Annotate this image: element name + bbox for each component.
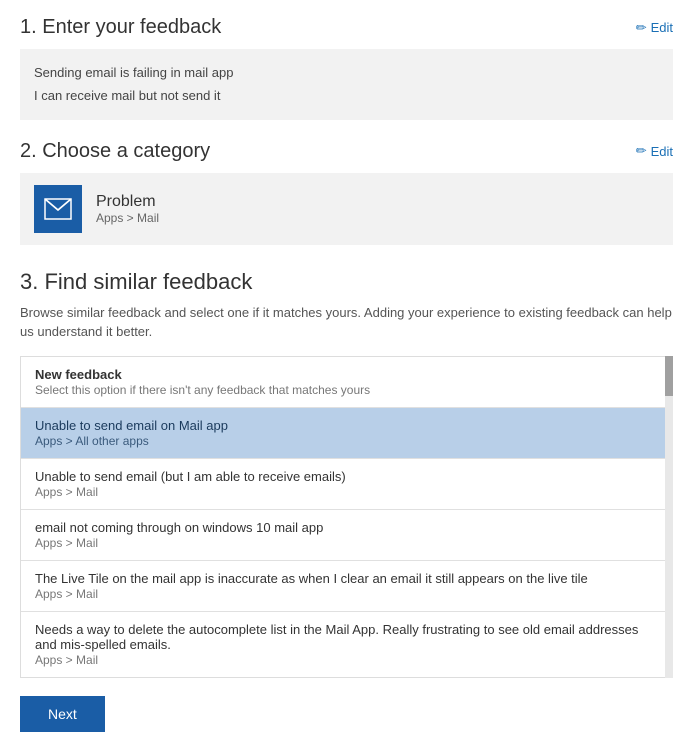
feedback-item-2-sub: Apps > Mail [35, 536, 658, 550]
step2-section: 2. Choose a category ✏ Edit Problem Apps… [20, 140, 673, 245]
category-icon [34, 185, 82, 233]
similar-feedback-list: New feedback Select this option if there… [20, 356, 673, 678]
category-box: Problem Apps > Mail [20, 173, 673, 245]
step2-header: 2. Choose a category ✏ Edit [20, 140, 673, 163]
feedback-item-3-sub: Apps > Mail [35, 587, 658, 601]
step1-header: 1. Enter your feedback ✏ Edit [20, 16, 673, 39]
feedback-item-0-sub: Apps > All other apps [35, 434, 658, 448]
feedback-item-4-title: Needs a way to delete the autocomplete l… [35, 622, 658, 652]
feedback-item-4[interactable]: Needs a way to delete the autocomplete l… [21, 612, 672, 677]
scrollbar-thumb[interactable] [665, 356, 673, 396]
feedback-item-1-title: Unable to send email (but I am able to r… [35, 469, 658, 484]
feedback-item-new-title: New feedback [35, 367, 658, 382]
feedback-items-container: New feedback Select this option if there… [20, 356, 673, 678]
step1-edit-link[interactable]: ✏ Edit [636, 20, 673, 36]
feedback-item-1-sub: Apps > Mail [35, 485, 658, 499]
next-button[interactable]: Next [20, 696, 105, 732]
edit-pencil-icon: ✏ [636, 20, 647, 36]
category-sub: Apps > Mail [96, 211, 159, 225]
feedback-item-2-title: email not coming through on windows 10 m… [35, 520, 658, 535]
feedback-item-2[interactable]: email not coming through on windows 10 m… [21, 510, 672, 561]
step1-section: 1. Enter your feedback ✏ Edit Sending em… [20, 16, 673, 120]
step3-section: 3. Find similar feedback Browse similar … [20, 269, 673, 678]
step2-edit-label: Edit [651, 144, 673, 159]
step1-feedback-box: Sending email is failing in mail app I c… [20, 49, 673, 120]
feedback-line-1: Sending email is failing in mail app [34, 61, 659, 84]
step2-edit-link[interactable]: ✏ Edit [636, 143, 673, 159]
feedback-item-3[interactable]: The Live Tile on the mail app is inaccur… [21, 561, 672, 612]
feedback-item-1[interactable]: Unable to send email (but I am able to r… [21, 459, 672, 510]
feedback-item-0[interactable]: Unable to send email on Mail app Apps > … [21, 408, 672, 459]
step1-title: 1. Enter your feedback [20, 16, 221, 39]
step3-description: Browse similar feedback and select one i… [20, 303, 673, 342]
feedback-line-2: I can receive mail but not send it [34, 84, 659, 107]
category-info: Problem Apps > Mail [96, 193, 159, 225]
scrollbar-track [665, 356, 673, 678]
feedback-item-0-title: Unable to send email on Mail app [35, 418, 658, 433]
feedback-item-new[interactable]: New feedback Select this option if there… [21, 357, 672, 408]
step2-title: 2. Choose a category [20, 140, 210, 163]
feedback-item-3-title: The Live Tile on the mail app is inaccur… [35, 571, 658, 586]
step1-edit-label: Edit [651, 20, 673, 35]
envelope-icon [44, 198, 72, 220]
feedback-item-new-sub: Select this option if there isn't any fe… [35, 383, 658, 397]
step3-title: 3. Find similar feedback [20, 269, 673, 295]
edit-pencil-icon-2: ✏ [636, 143, 647, 159]
category-type: Problem [96, 193, 159, 211]
feedback-item-4-sub: Apps > Mail [35, 653, 658, 667]
